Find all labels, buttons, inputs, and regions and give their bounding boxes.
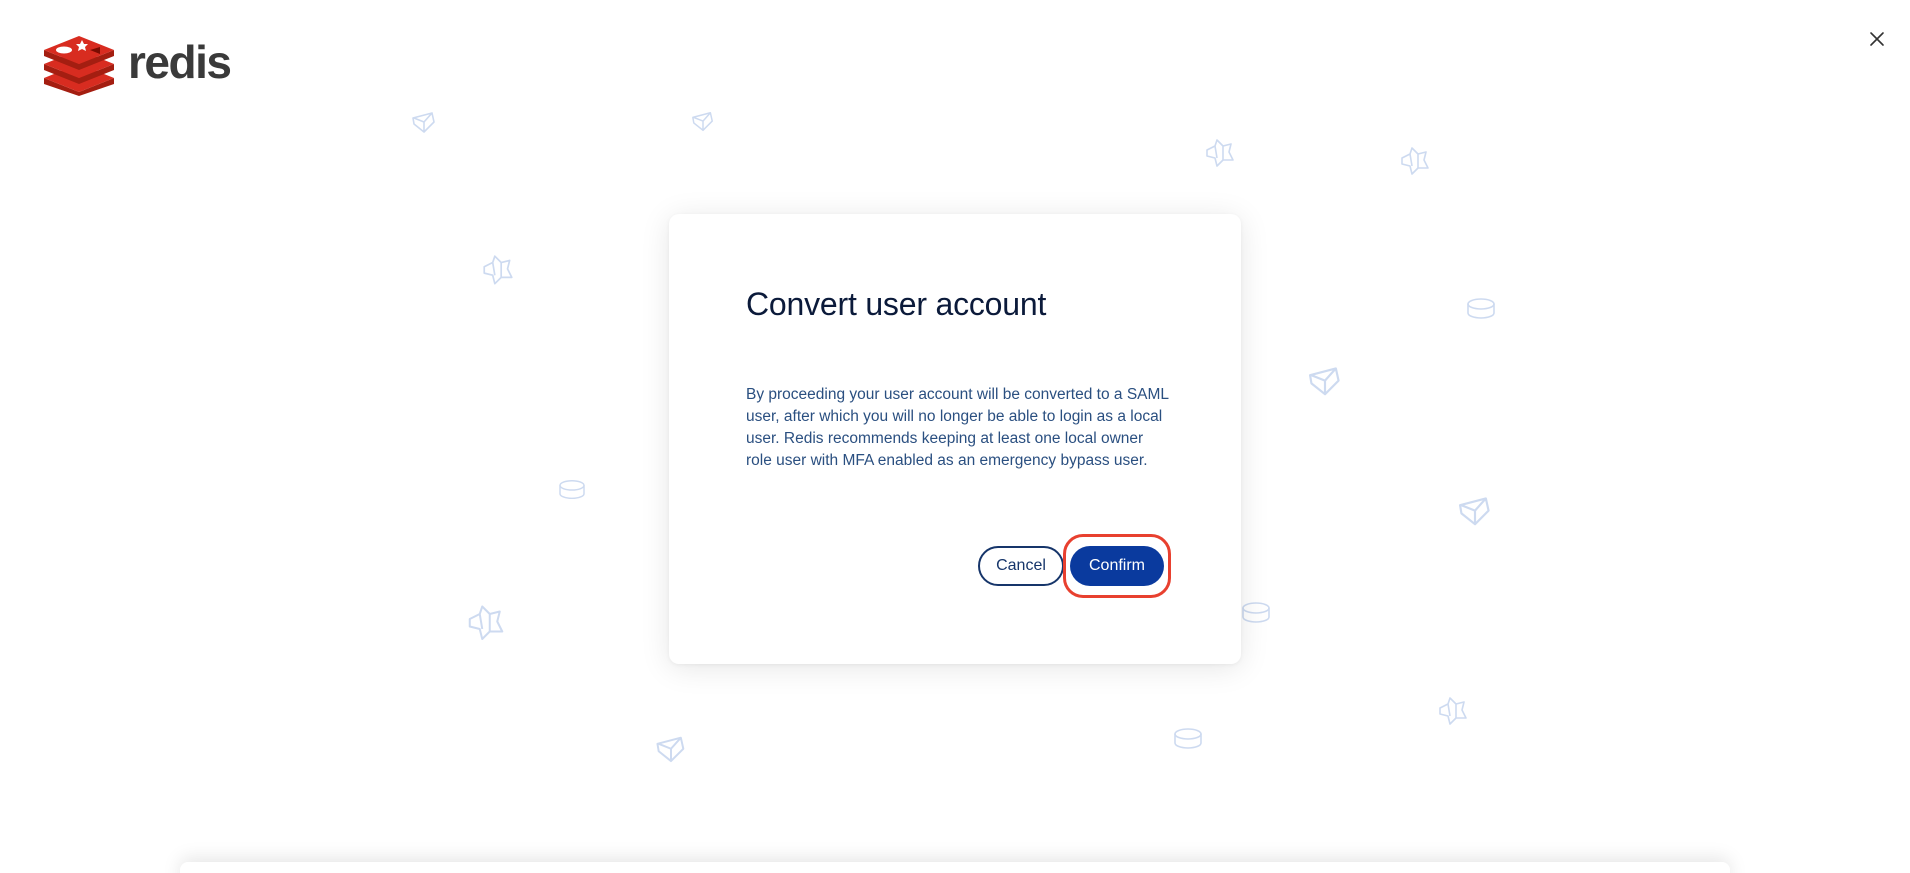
- dialog-message: By proceeding your user account will be …: [746, 386, 1169, 469]
- dialog-title: Convert user account: [746, 286, 1047, 322]
- decor-cube-icon: [410, 110, 438, 136]
- decor-cube-icon: [1456, 494, 1494, 530]
- brand-name: redis: [128, 36, 232, 88]
- decor-stack-icon: [1436, 696, 1470, 728]
- convert-account-dialog: Convert user account By proceeding your …: [669, 214, 1241, 664]
- confirm-button[interactable]: Confirm: [1070, 546, 1164, 586]
- page: redis Convert user account By proceeding…: [0, 0, 1910, 873]
- decor-disk-icon: [1240, 600, 1272, 626]
- decor-cube-icon: [653, 734, 689, 766]
- decor-stack-icon: [1203, 138, 1237, 170]
- decor-stack-icon: [464, 604, 508, 644]
- bottom-panel-edge: [180, 862, 1730, 873]
- decor-disk-icon: [557, 478, 587, 502]
- decor-cube-icon: [690, 110, 716, 134]
- redis-stack-icon: [44, 36, 114, 96]
- decor-stack-icon: [480, 254, 516, 288]
- decor-stack-icon: [1398, 146, 1432, 178]
- cancel-button[interactable]: Cancel: [978, 546, 1064, 586]
- decor-disk-icon: [1465, 296, 1497, 322]
- close-button[interactable]: [1862, 24, 1892, 54]
- decor-disk-icon: [1171, 726, 1205, 752]
- decor-cube-icon: [1306, 364, 1344, 400]
- close-icon: [1870, 32, 1884, 46]
- redis-logo[interactable]: redis: [42, 34, 232, 96]
